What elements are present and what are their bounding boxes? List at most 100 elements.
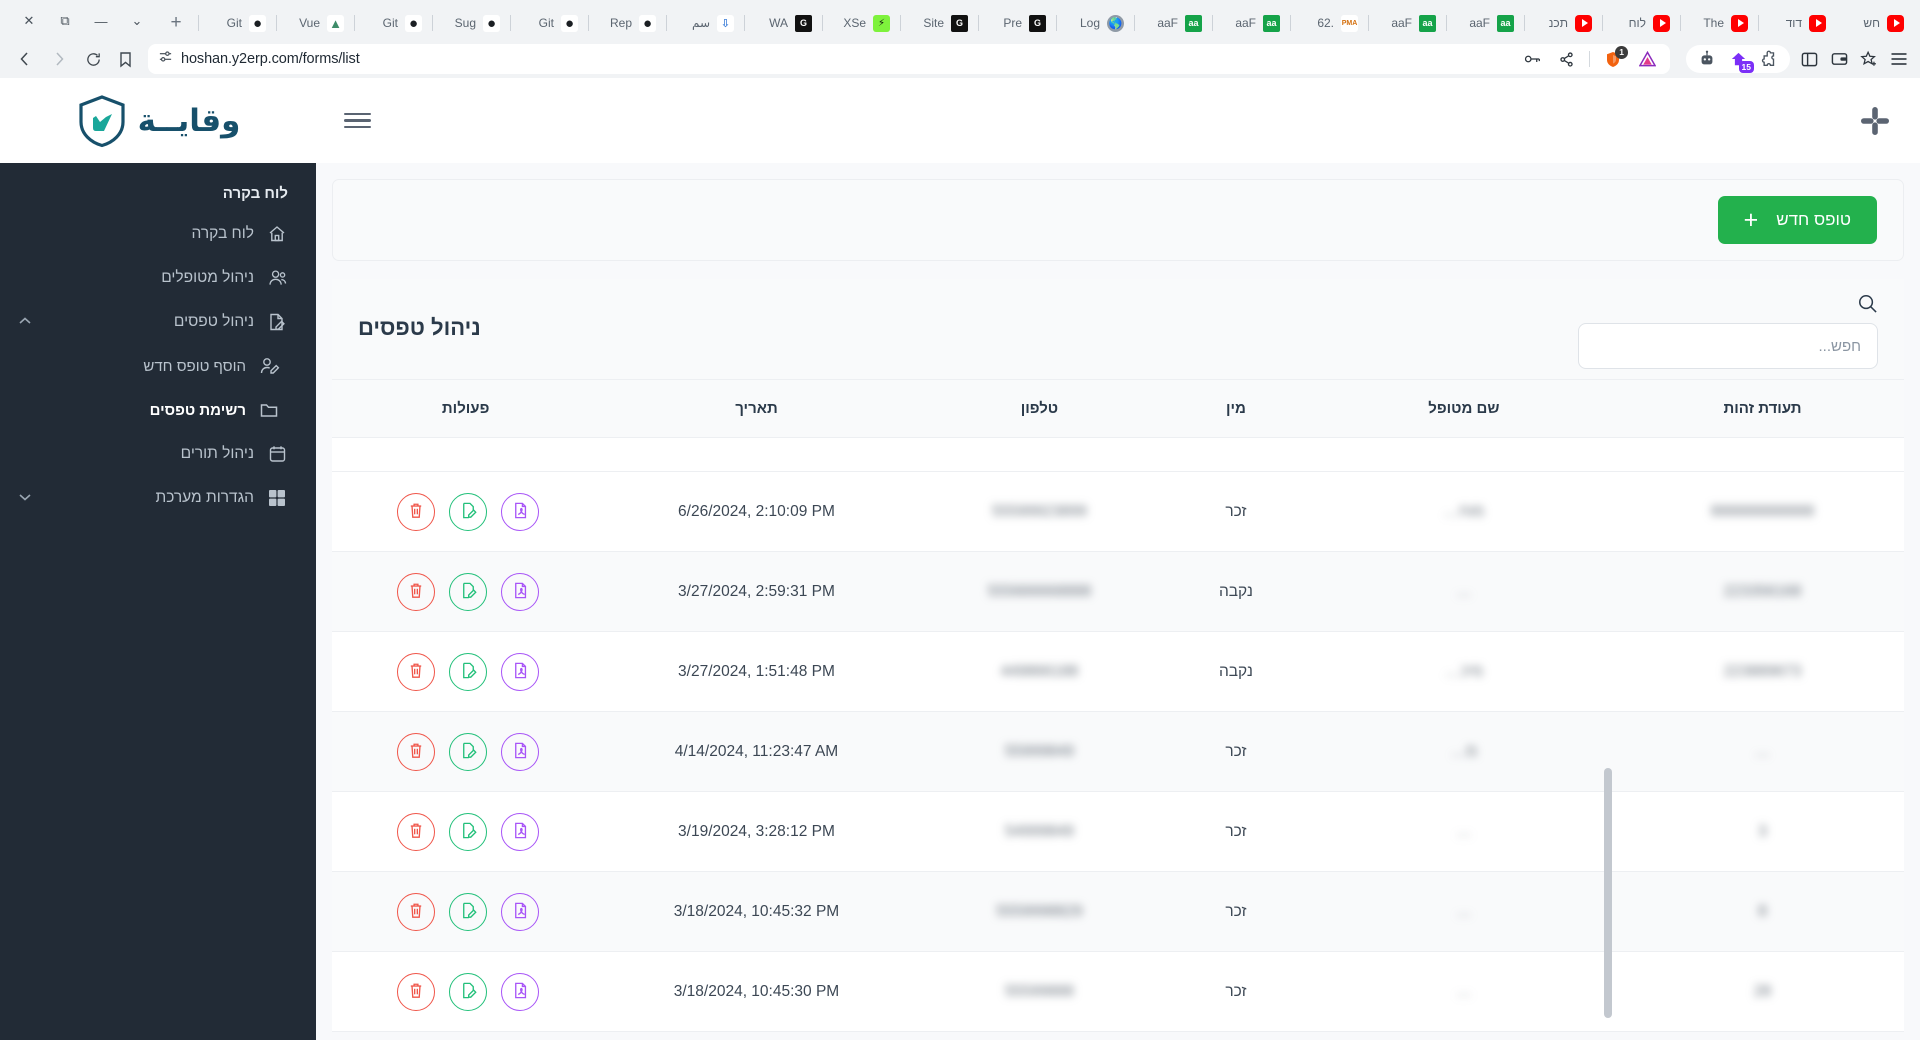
edit-button[interactable]	[449, 972, 488, 1011]
browser-tab[interactable]: 🌎 Log	[1056, 6, 1134, 40]
web-page: وقايــة לוח בקרה לוח בקרה ניהול מטופלים ני…	[0, 78, 1920, 1040]
delete-button[interactable]	[397, 492, 436, 531]
delete-button[interactable]	[397, 892, 436, 931]
search-icon[interactable]	[1857, 293, 1878, 319]
browser-tab[interactable]: The	[1680, 6, 1758, 40]
trash-icon	[407, 821, 425, 843]
slack-grid-icon[interactable]	[1858, 104, 1892, 138]
forms-table-card: ניהול טפסים תעודת זהותשם מטופלמיןטלפוןתא…	[332, 279, 1904, 1032]
hamburger-icon[interactable]	[344, 112, 371, 129]
site-settings-icon[interactable]	[158, 49, 173, 69]
browser-menu-icon[interactable]	[1888, 48, 1910, 70]
browser-tab[interactable]: ⚡ XSe	[822, 6, 900, 40]
browser-tab[interactable]: G Site	[900, 6, 978, 40]
browser-tab[interactable]: ● Git	[354, 6, 432, 40]
redacted-id: 3	[1758, 822, 1767, 840]
table-row[interactable]: 3 … זכר 54999849 3/19/2024, 3:28:12 PM	[332, 791, 1904, 872]
table-row[interactable]: 223356168 … נקבה 555666668888 3/27/2024, 2:5…	[332, 551, 1904, 632]
sidebar-toggle-icon[interactable]	[1798, 48, 1820, 70]
browser-tab[interactable]: ● Git	[510, 6, 588, 40]
robot-extension-icon[interactable]	[1696, 48, 1718, 70]
browser-tab[interactable]: aa aaF	[1212, 6, 1290, 40]
pdf-button[interactable]	[501, 732, 540, 771]
cell-actions	[332, 951, 600, 1032]
browser-tab[interactable]: ● Rep	[588, 6, 666, 40]
browser-tab[interactable]: דוד	[1758, 6, 1836, 40]
delete-button[interactable]	[397, 812, 436, 851]
table-row[interactable]: 888888888888 מוח… זכר 55599923899 6/26/2024,…	[332, 471, 1904, 552]
browser-tab[interactable]: חש	[1836, 6, 1914, 40]
cell-date: 3/18/2024, 10:45:30 PM	[599, 951, 914, 1032]
pdf-button[interactable]	[501, 892, 540, 931]
edit-button[interactable]	[449, 492, 488, 531]
pdf-button[interactable]	[501, 572, 540, 611]
analytics-triangle-icon[interactable]	[1636, 48, 1658, 70]
browser-tab[interactable]: G Pre	[978, 6, 1056, 40]
chevron-down-icon[interactable]	[18, 491, 32, 505]
pdf-button[interactable]	[501, 812, 540, 851]
new-tab-button[interactable]: +	[162, 9, 190, 37]
browser-tab[interactable]: PMA 62.	[1290, 6, 1368, 40]
brave-shield-icon[interactable]: 1	[1602, 46, 1628, 70]
file-edit-icon	[459, 501, 478, 523]
sidebar-item-6[interactable]: הגדרות מערכת	[0, 476, 316, 520]
bookmark-icon[interactable]	[112, 46, 138, 72]
table-row[interactable]: 8 … זכר 5559998829 3/18/2024, 10:45:32 PM	[332, 871, 1904, 952]
pdf-button[interactable]	[501, 492, 540, 531]
browser-tab[interactable]: aa aaF	[1446, 6, 1524, 40]
sidebar-item-1[interactable]: ניהול מטופלים	[0, 256, 316, 300]
browser-tab[interactable]: 𝕏Nvi	[194, 6, 198, 40]
close-window-button[interactable]: ✕	[12, 8, 46, 34]
reload-button[interactable]	[78, 45, 108, 73]
minimize-button[interactable]: —	[84, 8, 118, 34]
edit-button[interactable]	[449, 892, 488, 931]
browser-tab[interactable]: aa aaF	[1368, 6, 1446, 40]
sidebar-item-4[interactable]: רשימת טפסים	[0, 388, 316, 432]
new-form-button[interactable]: טופס חדש +	[1717, 196, 1877, 244]
table-row[interactable]: 28 … זכר 55599888 3/18/2024, 10:45:30 PM	[332, 951, 1904, 1032]
table-row[interactable]: 223889673 מיכ… נקבה 449866188 3/27/2024, 1:5…	[332, 631, 1904, 712]
wallet-icon[interactable]	[1828, 48, 1850, 70]
delete-button[interactable]	[397, 572, 436, 611]
sidebar-item-2[interactable]: ניהול טפסים	[0, 300, 316, 344]
pdf-button[interactable]	[501, 652, 540, 691]
browser-tab[interactable]: ● Git	[198, 6, 276, 40]
tab-title: תכנ	[1548, 16, 1568, 30]
puzzle-extension-icon[interactable]	[1758, 48, 1780, 70]
edit-button[interactable]	[449, 812, 488, 851]
purple-extension-icon[interactable]: 15	[1727, 48, 1754, 73]
chevron-up-icon[interactable]	[18, 315, 32, 329]
delete-button[interactable]	[397, 972, 436, 1011]
browser-tab[interactable]: aa aaF	[1134, 6, 1212, 40]
password-key-icon[interactable]	[1521, 48, 1543, 70]
back-button[interactable]	[10, 45, 40, 73]
browser-tab[interactable]: ▲ Vue	[276, 6, 354, 40]
sidebar-item-5[interactable]: ניהול תורים	[0, 432, 316, 476]
scrollbar-thumb[interactable]	[1604, 768, 1612, 1018]
browser-tab[interactable]: ● Sug	[432, 6, 510, 40]
tab-search-chevron-down-icon[interactable]: ⌄	[120, 8, 154, 34]
pdf-button[interactable]	[501, 972, 540, 1011]
scrollbar-track[interactable]	[1604, 78, 1612, 1040]
delete-button[interactable]	[397, 652, 436, 691]
browser-tab[interactable]: לוח	[1602, 6, 1680, 40]
search-input[interactable]	[1578, 323, 1878, 369]
maximize-button[interactable]: ⧉	[48, 8, 82, 34]
sidebar-item-0[interactable]: לוח בקרה	[0, 212, 316, 256]
trash-icon	[407, 741, 425, 763]
address-bar[interactable]: hoshan.y2erp.com/forms/list 1	[148, 44, 1670, 74]
edit-button[interactable]	[449, 732, 488, 771]
brand-header: وقايــة	[0, 78, 316, 163]
share-icon[interactable]	[1555, 48, 1577, 70]
table-row[interactable]: … מ… זכר 55999849 4/14/2024, 11:23:47 AM	[332, 711, 1904, 792]
browser-tab[interactable]: G WA	[744, 6, 822, 40]
sidebar-item-3[interactable]: הוסף טופס חדש	[0, 344, 316, 388]
delete-button[interactable]	[397, 732, 436, 771]
forward-button[interactable]	[44, 45, 74, 73]
add-bookmark-icon[interactable]	[1858, 48, 1880, 70]
cell-date: 3/19/2024, 3:28:12 PM	[599, 791, 914, 872]
edit-button[interactable]	[449, 652, 488, 691]
browser-tab[interactable]: ⇩ سم	[666, 6, 744, 40]
browser-tab[interactable]: תכנ	[1524, 6, 1602, 40]
edit-button[interactable]	[449, 572, 488, 611]
